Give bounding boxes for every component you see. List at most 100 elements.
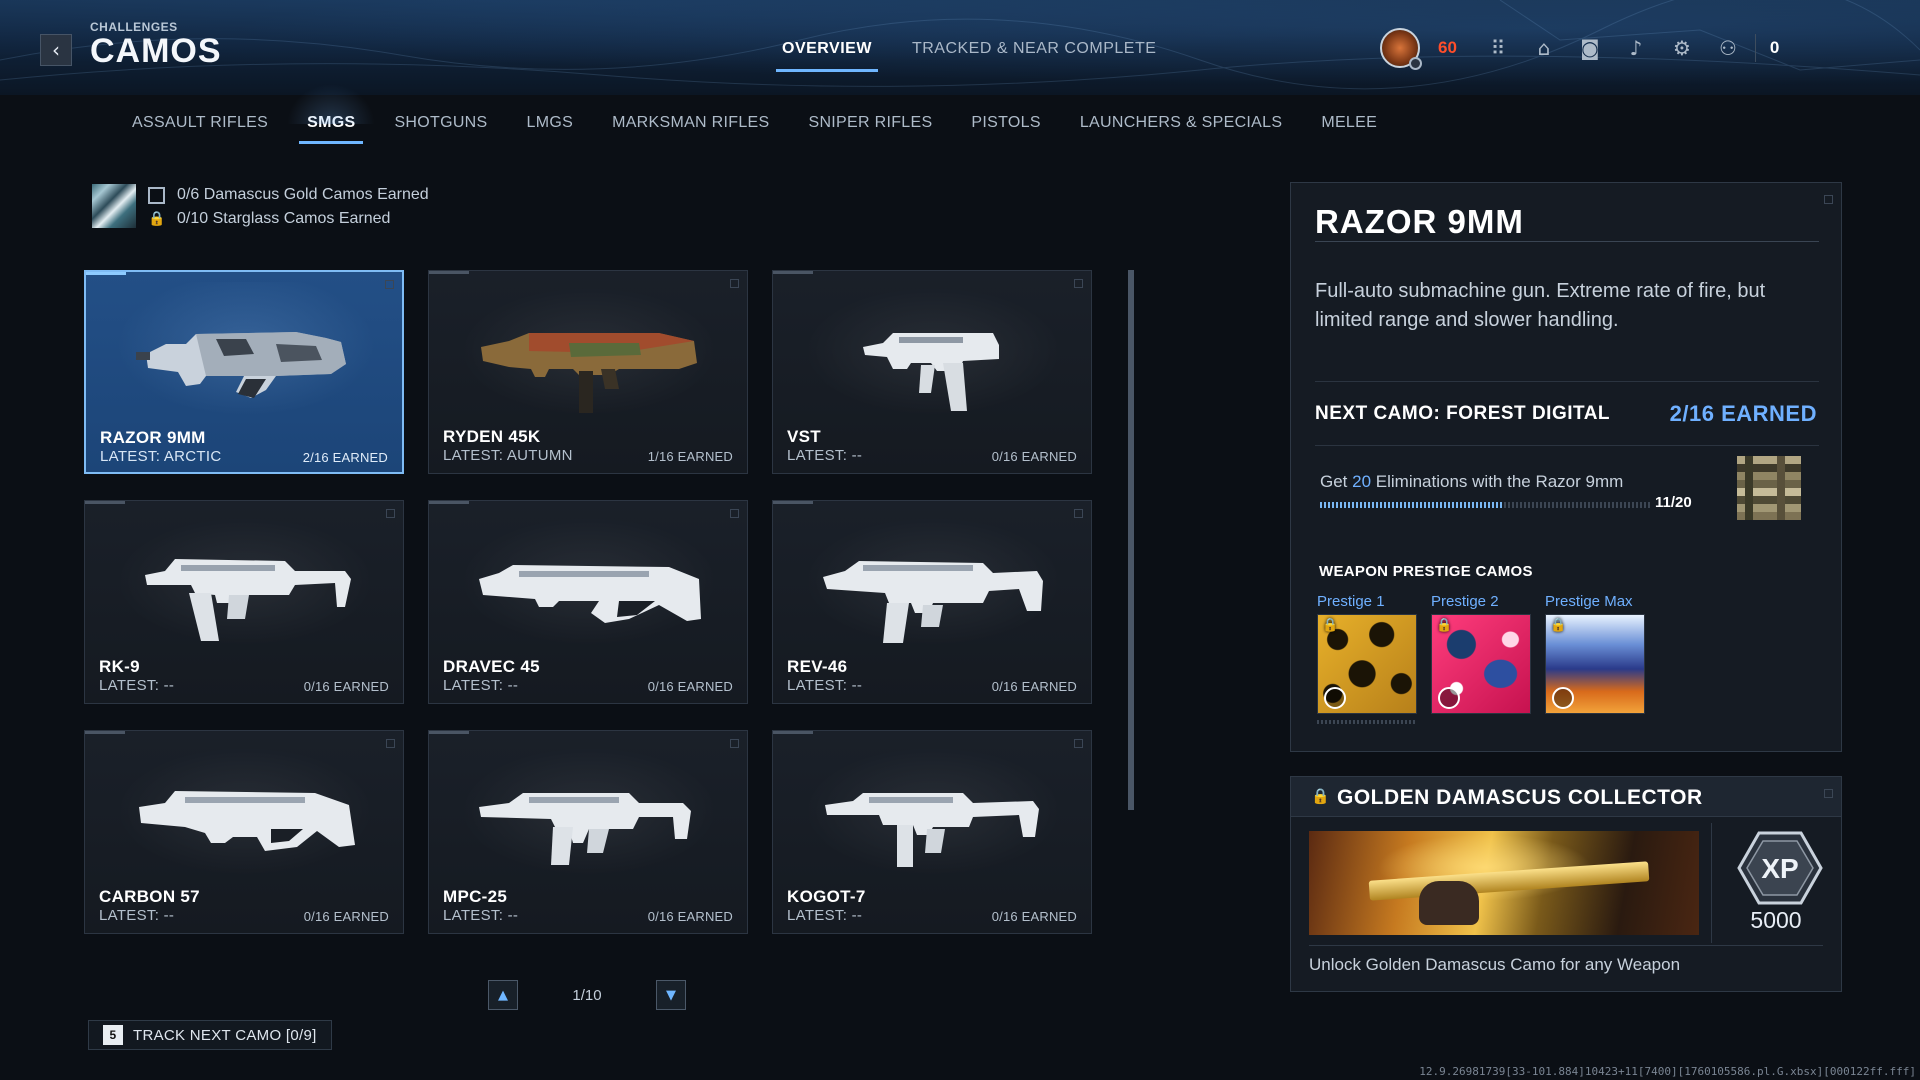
- weapon-card-mpc-25[interactable]: MPC-25 LATEST: -- 0/16 EARNED: [428, 730, 748, 934]
- panel-corner-icon: [1824, 195, 1833, 204]
- challenge-progress-bar: [1320, 502, 1650, 508]
- weapon-card-vst[interactable]: VST LATEST: -- 0/16 EARNED: [772, 270, 1092, 474]
- challenge-text-post: Eliminations with the Razor 9mm: [1371, 472, 1624, 491]
- store-icon[interactable]: ⌂: [1533, 36, 1555, 60]
- xp-label: XP: [1761, 853, 1798, 884]
- gear-icon[interactable]: ⚙: [1671, 36, 1693, 60]
- apps-grid-icon[interactable]: ⠿: [1487, 36, 1509, 60]
- reward-description: Unlock Golden Damascus Camo for any Weap…: [1309, 955, 1681, 974]
- weapon-latest-camo: LATEST: --: [99, 907, 175, 924]
- back-button[interactable]: ‹: [40, 34, 72, 66]
- rev-46-weapon-image: [823, 561, 1043, 643]
- tab-smgs[interactable]: SMGS: [286, 84, 376, 144]
- weapon-latest-camo: LATEST: --: [99, 677, 175, 694]
- weapon-card-carbon-57[interactable]: CARBON 57 LATEST: -- 0/16 EARNED: [84, 730, 404, 934]
- carbon-57-weapon-image: [139, 791, 355, 851]
- card-corner-icon: [730, 739, 739, 748]
- prestige-camo-2[interactable]: Prestige 2 🔒: [1431, 593, 1531, 714]
- weapon-earned-count: 0/16 EARNED: [647, 909, 733, 924]
- tab-lmgs[interactable]: LMGS: [527, 114, 574, 144]
- weapon-name: RYDEN 45K: [443, 427, 541, 446]
- rank-badge-icon[interactable]: [1380, 28, 1422, 70]
- xp-badge-icon: XP: [1737, 831, 1823, 905]
- lock-icon: 🔒: [1311, 787, 1330, 805]
- weapon-latest-camo: LATEST: --: [443, 677, 519, 694]
- weapon-card-ryden-45k[interactable]: RYDEN 45K LATEST: AUTUMN 1/16 EARNED: [428, 270, 748, 474]
- weapon-card-rk-9[interactable]: RK-9 LATEST: -- 0/16 EARNED: [84, 500, 404, 704]
- card-tick: [773, 271, 813, 274]
- tab-overview[interactable]: OVERVIEW: [776, 40, 878, 72]
- weapon-card-kogot-7[interactable]: KOGOT-7 LATEST: -- 0/16 EARNED: [772, 730, 1092, 934]
- tab-assault-rifles[interactable]: ASSAULT RIFLES: [132, 114, 268, 144]
- weapon-card-razor-9mm[interactable]: RAZOR 9MM LATEST: ARCTIC 2/16 EARNED: [84, 270, 404, 474]
- prestige-camo-max[interactable]: Prestige Max 🔒: [1545, 593, 1645, 714]
- xp-reward-value: 5000: [1750, 907, 1802, 933]
- camo-summary-thumbnail: [92, 184, 136, 228]
- camo-challenge[interactable]: Get 20 Eliminations with the Razor 9mm 1…: [1315, 445, 1819, 527]
- checkbox-icon: [148, 186, 165, 204]
- starglass-camo-progress: 0/10 Starglass Camos Earned: [177, 210, 391, 227]
- header-toolbar: 60 ⠿ ⌂ ◙ ♪ ⚙ ⚇ 0: [1380, 28, 1779, 70]
- gloved-hand-shape: [1419, 881, 1479, 925]
- kogot-7-weapon-image: [825, 793, 1039, 867]
- tab-tracked-near-complete[interactable]: TRACKED & NEAR COMPLETE: [912, 40, 1156, 72]
- weapon-name: CARBON 57: [99, 887, 200, 906]
- tab-sniper-rifles[interactable]: SNIPER RIFLES: [808, 114, 932, 144]
- grid-scrollbar[interactable]: [1128, 270, 1134, 810]
- prestige-label: Prestige 1: [1317, 593, 1385, 610]
- challenge-text-pre: Get: [1320, 472, 1353, 491]
- lock-icon: 🔒: [1322, 618, 1339, 633]
- weapon-latest-camo: LATEST: --: [787, 447, 863, 464]
- prestige-badge-icon: [1552, 687, 1574, 709]
- weapon-name: KOGOT-7: [787, 887, 866, 906]
- next-camo-label: NEXT CAMO: FOREST DIGITAL: [1315, 403, 1611, 424]
- weapon-earned-count: 1/16 EARNED: [647, 449, 733, 464]
- card-tick: [773, 501, 813, 504]
- bell-icon[interactable]: ♪: [1625, 36, 1647, 60]
- weapon-card-rev-46[interactable]: REV-46 LATEST: -- 0/16 EARNED: [772, 500, 1092, 704]
- page-indicator: 1/10: [572, 986, 602, 1004]
- card-tick: [85, 501, 125, 504]
- weapon-description: Full-auto submachine gun. Extreme rate o…: [1315, 280, 1766, 331]
- weapon-earned-count: 0/16 EARNED: [303, 679, 389, 694]
- social-icon[interactable]: ⚇: [1717, 36, 1739, 60]
- scrollbar-thumb[interactable]: [1128, 270, 1134, 810]
- weapon-latest-camo: LATEST: --: [443, 907, 519, 924]
- weapon-card-dravec-45[interactable]: DRAVEC 45 LATEST: -- 0/16 EARNED: [428, 500, 748, 704]
- tab-shotguns[interactable]: SHOTGUNS: [394, 114, 487, 144]
- golden-damascus-reward-panel[interactable]: 🔒 GOLDEN DAMASCUS COLLECTOR XP 5000 Unlo…: [1290, 776, 1842, 992]
- weapon-earned-count: 2/16 EARNED: [302, 450, 388, 465]
- tab-marksman-rifles[interactable]: MARKSMAN RIFLES: [612, 114, 769, 144]
- weapon-name: MPC-25: [443, 887, 508, 906]
- reward-header: 🔒 GOLDEN DAMASCUS COLLECTOR: [1291, 777, 1841, 817]
- weapon-category-tabs: ASSAULT RIFLES SMGS SHOTGUNS LMGS MARKSM…: [132, 84, 1416, 144]
- card-corner-icon: [1074, 279, 1083, 288]
- track-next-camo-button[interactable]: 5 TRACK NEXT CAMO [0/9]: [88, 1020, 332, 1050]
- page-down-button[interactable]: ▼: [656, 980, 686, 1010]
- challenge-progress-text: 11/20: [1655, 494, 1692, 511]
- player-level: 60: [1438, 38, 1457, 57]
- weapon-latest-camo: LATEST: AUTUMN: [443, 447, 573, 464]
- forest-digital-camo-thumbnail: [1737, 456, 1801, 520]
- weapon-earned-count: 0/16 EARNED: [647, 679, 733, 694]
- card-corner-icon: [730, 509, 739, 518]
- tab-melee[interactable]: MELEE: [1321, 114, 1377, 144]
- chevron-up-icon: ▲: [498, 987, 508, 1003]
- camera-icon[interactable]: ◙: [1579, 36, 1601, 60]
- keybind-hint: 5: [103, 1025, 123, 1045]
- tab-launchers-specials[interactable]: LAUNCHERS & SPECIALS: [1080, 114, 1283, 144]
- prestige-max-camo-tile: 🔒: [1545, 614, 1645, 714]
- prestige-badge-icon: [1438, 687, 1460, 709]
- card-tick: [86, 272, 126, 275]
- prestige-camo-1[interactable]: Prestige 1 🔒: [1317, 593, 1417, 724]
- prestige-2-camo-tile: 🔒: [1431, 614, 1531, 714]
- page-up-button[interactable]: ▲: [488, 980, 518, 1010]
- card-tick: [85, 731, 125, 734]
- card-corner-icon: [385, 280, 394, 289]
- card-corner-icon: [386, 509, 395, 518]
- razor-9mm-weapon-image: [136, 332, 346, 398]
- card-tick: [773, 731, 813, 734]
- card-corner-icon: [386, 739, 395, 748]
- divider: [1315, 241, 1819, 242]
- tab-pistols[interactable]: PISTOLS: [971, 114, 1040, 144]
